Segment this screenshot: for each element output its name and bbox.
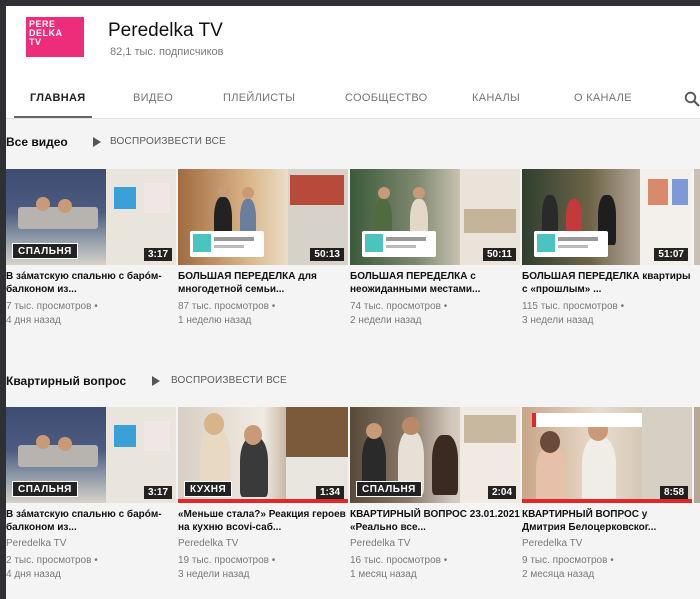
video-card[interactable]: СПАЛЬНЯ 2:04 КВАРТИРНЫЙ ВОПРОС 23.01.202… (350, 407, 520, 582)
video-channel[interactable]: Peredelka TV (350, 538, 520, 551)
thumbnail-banner: КУХНЯ (184, 481, 233, 497)
video-title[interactable]: В зáматскую спальню с барóм-балконом из.… (6, 508, 176, 535)
video-card[interactable]: 51:07 БОЛЬШАЯ ПЕРЕДЕЛКА квартиры с «прош… (522, 169, 692, 328)
video-thumbnail[interactable]: СПАЛЬНЯ 2:04 (350, 407, 520, 503)
video-views: 9 тыс. просмотров • (522, 555, 614, 566)
video-age: 4 дня назад (6, 569, 61, 580)
tab-community[interactable]: СООБЩЕСТВО (345, 92, 428, 104)
tab-channels[interactable]: КАНАЛЫ (472, 92, 520, 104)
video-duration: 50:11 (482, 248, 516, 261)
search-icon[interactable] (684, 91, 700, 107)
video-age: 1 месяц назад (350, 569, 417, 580)
video-age: 3 недели назад (178, 569, 250, 580)
play-all-icon[interactable] (93, 137, 101, 147)
video-card[interactable]: СПАЛЬНЯ 3:17 В зáматскую спальню с барóм… (6, 169, 176, 328)
video-thumbnail[interactable]: СПАЛЬНЯ 3:17 (6, 407, 176, 503)
video-duration: 2:04 (487, 486, 516, 499)
shelf-title-kvartirny-vopros[interactable]: Квартирный вопрос (6, 374, 126, 388)
next-card-peek (694, 169, 700, 265)
tab-videos[interactable]: ВИДЕО (133, 92, 173, 104)
video-views: 87 тыс. просмотров • (178, 301, 276, 312)
video-duration: 1:34 (315, 486, 344, 499)
video-meta: 16 тыс. просмотров • 1 месяц назад (350, 554, 520, 582)
video-title[interactable]: БОЛЬШАЯ ПЕРЕДЕЛКА для многодетной семьи.… (178, 270, 348, 297)
video-meta: 7 тыс. просмотров • 4 дня назад (6, 300, 176, 328)
watch-progress-bar (522, 499, 692, 503)
video-duration: 51:07 (654, 248, 688, 261)
video-thumbnail[interactable]: 50:11 (350, 169, 520, 265)
video-thumbnail[interactable]: 50:13 (178, 169, 348, 265)
video-thumbnail[interactable]: 8:58 (522, 407, 692, 503)
video-meta: 9 тыс. просмотров • 2 месяца назад (522, 554, 692, 582)
video-meta: 19 тыс. просмотров • 3 недели назад (178, 554, 348, 582)
video-meta: 2 тыс. просмотров • 4 дня назад (6, 554, 176, 582)
video-age: 4 дня назад (6, 315, 61, 326)
tab-about[interactable]: О КАНАЛЕ (574, 92, 632, 104)
video-title[interactable]: БОЛЬШАЯ ПЕРЕДЕЛКА с неожиданными местами… (350, 270, 520, 297)
logo-line-3: TV (29, 37, 42, 47)
next-card-peek (694, 407, 700, 503)
video-card[interactable]: КУХНЯ 1:34 «Меньше стала?» Реакция герое… (178, 407, 348, 582)
video-views: 74 тыс. просмотров • (350, 301, 448, 312)
video-title[interactable]: КВАРТИРНЫЙ ВОПРОС у Дмитрия Белоцерковск… (522, 508, 692, 535)
video-channel[interactable]: Peredelka TV (522, 538, 692, 551)
video-thumbnail[interactable]: 51:07 (522, 169, 692, 265)
shelf-title-all-videos[interactable]: Все видео (6, 135, 68, 149)
video-channel[interactable]: Peredelka TV (178, 538, 348, 551)
video-thumbnail[interactable]: СПАЛЬНЯ 3:17 (6, 169, 176, 265)
video-views: 7 тыс. просмотров • (6, 301, 98, 312)
channel-name: Peredelka TV (108, 20, 223, 41)
video-age: 2 месяца назад (522, 569, 595, 580)
video-duration: 8:58 (659, 486, 688, 499)
video-meta: 115 тыс. просмотров • 3 недели назад (522, 300, 692, 328)
video-age: 1 неделю назад (178, 315, 252, 326)
video-duration: 3:17 (143, 248, 172, 261)
thumbnail-banner: СПАЛЬНЯ (356, 481, 422, 497)
video-meta: 74 тыс. просмотров • 2 недели назад (350, 300, 520, 328)
thumbnail-badge (534, 231, 608, 257)
thumbnail-badge (190, 231, 264, 257)
video-thumbnail[interactable]: КУХНЯ 1:34 (178, 407, 348, 503)
video-channel[interactable]: Peredelka TV (6, 538, 176, 551)
video-views: 19 тыс. просмотров • (178, 555, 276, 566)
video-views: 2 тыс. просмотров • (6, 555, 98, 566)
video-duration: 3:17 (143, 486, 172, 499)
thumbnail-banner: СПАЛЬНЯ (12, 481, 78, 497)
video-views: 115 тыс. просмотров • (522, 301, 625, 312)
video-age: 3 недели назад (522, 315, 594, 326)
youtube-channel-page: PERE DELKA TV Peredelka TV 82,1 тыс. под… (6, 6, 700, 599)
header-divider (6, 118, 700, 119)
play-all-icon[interactable] (152, 376, 160, 386)
video-card[interactable]: 50:11 БОЛЬШАЯ ПЕРЕДЕЛКА с неожиданными м… (350, 169, 520, 328)
subscriber-count: 82,1 тыс. подписчиков (110, 46, 224, 58)
video-card[interactable]: СПАЛЬНЯ 3:17 В зáматскую спальню с барóм… (6, 407, 176, 582)
video-title[interactable]: КВАРТИРНЫЙ ВОПРОС 23.01.2021 «Реально вс… (350, 508, 520, 535)
thumbnail-banner: СПАЛЬНЯ (12, 243, 78, 259)
thumbnail-badge (362, 231, 436, 257)
video-age: 2 недели назад (350, 315, 422, 326)
channel-tabs: ГЛАВНАЯ ВИДЕО ПЛЕЙЛИСТЫ СООБЩЕСТВО КАНАЛ… (6, 84, 700, 119)
video-duration: 50:13 (310, 248, 344, 261)
video-title[interactable]: БОЛЬШАЯ ПЕРЕДЕЛКА квартиры с «прошлым» .… (522, 270, 692, 297)
tab-home[interactable]: ГЛАВНАЯ (30, 92, 85, 104)
video-meta: 87 тыс. просмотров • 1 неделю назад (178, 300, 348, 328)
channel-avatar-logo[interactable]: PERE DELKA TV (26, 17, 84, 57)
play-all-button[interactable]: ВОСПРОИЗВЕСТИ ВСЕ (171, 375, 287, 386)
video-views: 16 тыс. просмотров • (350, 555, 448, 566)
video-card[interactable]: 8:58 КВАРТИРНЫЙ ВОПРОС у Дмитрия Белоцер… (522, 407, 692, 582)
play-all-button[interactable]: ВОСПРОИЗВЕСТИ ВСЕ (110, 136, 226, 147)
channel-header: PERE DELKA TV Peredelka TV 82,1 тыс. под… (6, 6, 700, 119)
video-card[interactable]: 50:13 БОЛЬШАЯ ПЕРЕДЕЛКА для многодетной … (178, 169, 348, 328)
video-title[interactable]: «Меньше стала?» Реакция героев на кухню … (178, 508, 348, 535)
video-title[interactable]: В зáматскую спальню с барóм-балконом из.… (6, 270, 176, 297)
tab-playlists[interactable]: ПЛЕЙЛИСТЫ (223, 92, 295, 104)
watch-progress-bar (178, 499, 348, 503)
